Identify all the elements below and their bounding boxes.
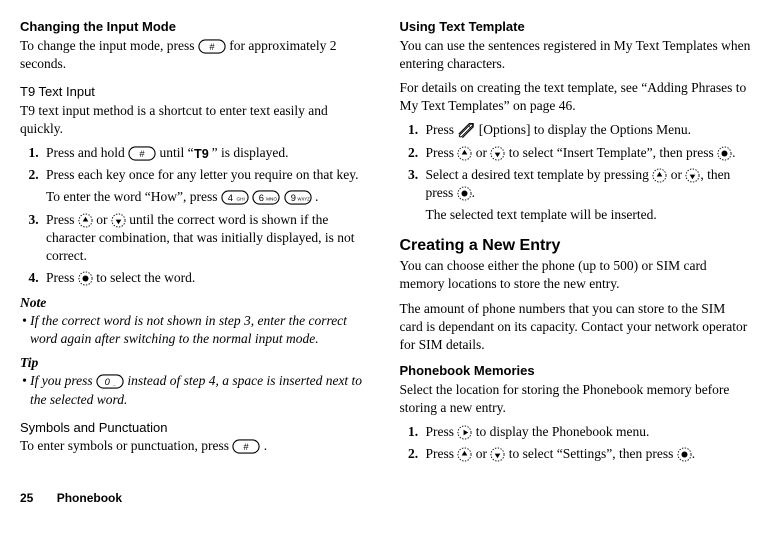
key-6-icon [252,190,280,205]
t9-step-4: Press to select the word. [42,269,372,287]
tip-text: • If you press instead of step 4, a spac… [20,372,372,408]
hash-key-icon [128,146,156,161]
template-steps: Press [Options] to display the Options M… [400,121,752,224]
p-template-2: For details on creating the text templat… [400,79,752,115]
template-step-3-sub: The selected text template will be inser… [426,206,752,224]
heading-symbols: Symbols and Punctuation [20,419,372,437]
p-phonebook-mem: Select the location for storing the Phon… [400,381,752,417]
t9-step-3: Press or until the correct word is shown… [42,211,372,266]
left-column: Changing the Input Mode To change the in… [20,18,372,470]
hash-key-icon [232,439,260,454]
t9-step-1: Press and hold until “” is displayed. [42,144,372,162]
p-template-1: You can use the sentences registered in … [400,37,752,73]
heading-text-template: Using Text Template [400,18,752,36]
right-column: Using Text Template You can use the sent… [400,18,752,470]
key-4-icon [221,190,249,205]
p-input-mode: To change the input mode, press for appr… [20,37,372,73]
p-new-entry-2: The amount of phone numbers that you can… [400,300,752,355]
note-text: • If the correct word is not shown in st… [20,312,372,348]
nav-up-icon [457,447,472,462]
t9-steps: Press and hold until “” is displayed. Pr… [20,144,372,288]
t9-icon [194,146,212,161]
nav-down-icon [490,447,505,462]
nav-center-icon [717,146,732,161]
nav-down-icon [111,213,126,228]
nav-center-icon [78,271,93,286]
key-0-icon [96,374,124,389]
p-new-entry-1: You can choose either the phone (up to 5… [400,257,752,293]
page-footer: 25 Phonebook [20,490,751,506]
template-step-3: Select a desired text template by pressi… [422,166,752,225]
nav-up-icon [652,168,667,183]
p-symbols: To enter symbols or punctuation, press . [20,437,372,455]
t9-step-2-sub: To enter the word “How”, press . [46,188,372,206]
p-t9-desc: T9 text input method is a shortcut to en… [20,102,372,138]
nav-right-icon [457,425,472,440]
nav-center-icon [677,447,692,462]
tip-label: Tip [20,354,372,372]
heading-phonebook-mem: Phonebook Memories [400,362,752,380]
section-title: Phonebook [57,491,122,505]
phonebook-steps: Press to display the Phonebook menu. Pre… [400,423,752,463]
page-number: 25 [20,491,33,505]
heading-t9: T9 Text Input [20,83,372,101]
heading-input-mode: Changing the Input Mode [20,18,372,36]
phonebook-step-1: Press to display the Phonebook menu. [422,423,752,441]
nav-down-icon [685,168,700,183]
template-step-1: Press [Options] to display the Options M… [422,121,752,139]
key-9-icon [284,190,312,205]
t9-step-2: Press each key once for any letter you r… [42,166,372,206]
phonebook-step-2: Press or to select “Settings”, then pres… [422,445,752,463]
nav-down-icon [490,146,505,161]
nav-center-icon [457,186,472,201]
softkey-icon [457,123,475,138]
nav-up-icon [457,146,472,161]
hash-key-icon [198,39,226,54]
heading-new-entry: Creating a New Entry [400,235,752,257]
note-label: Note [20,294,372,312]
template-step-2: Press or to select “Insert Template”, th… [422,144,752,162]
nav-up-icon [78,213,93,228]
